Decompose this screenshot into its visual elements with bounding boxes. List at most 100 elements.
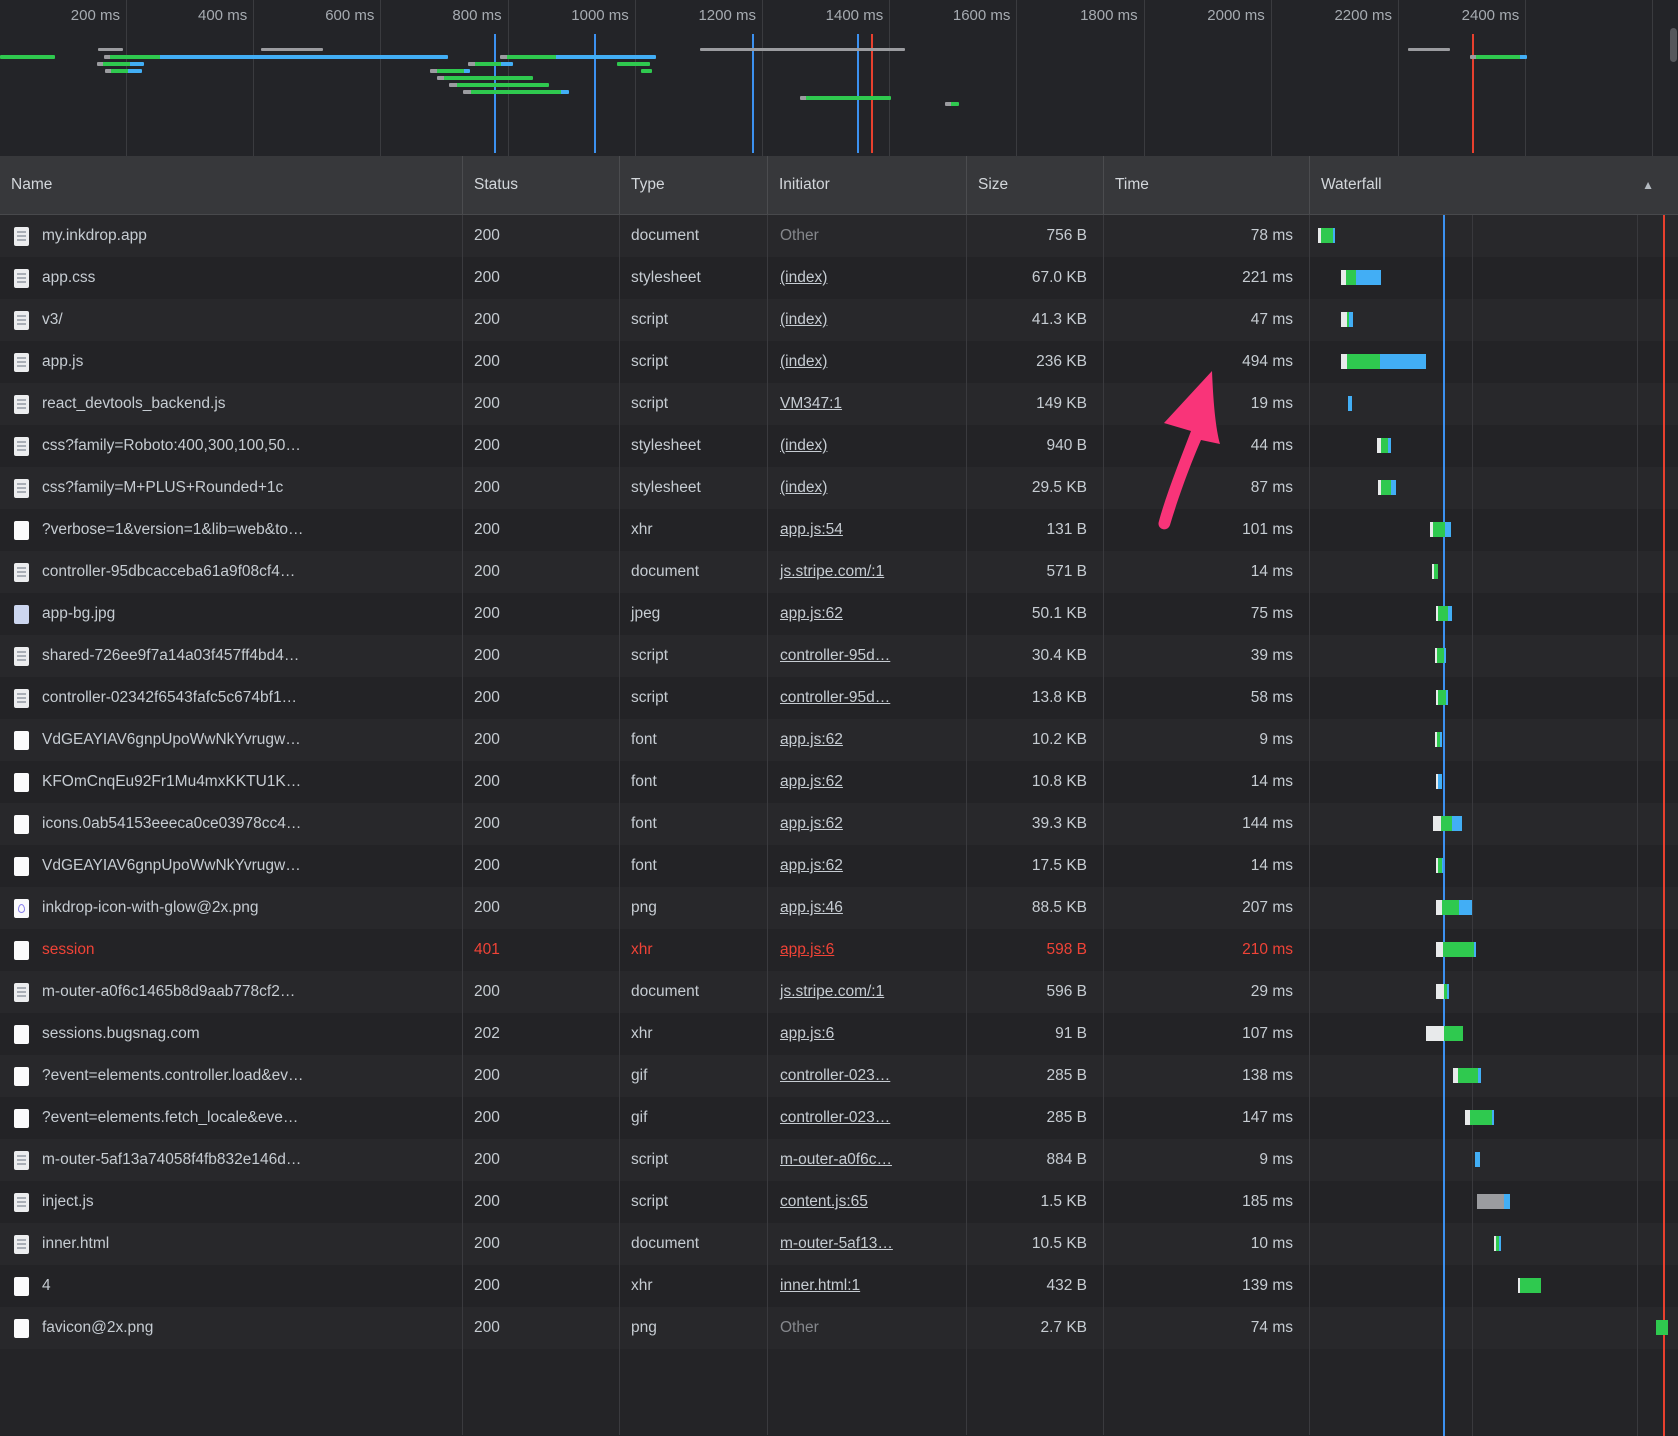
name-cell[interactable]: react_devtools_backend.js <box>0 383 463 425</box>
waterfall-bar[interactable] <box>1435 732 1442 747</box>
waterfall-bar[interactable] <box>1378 480 1396 495</box>
initiator-link[interactable]: controller-023… <box>780 1067 890 1085</box>
waterfall-bar[interactable] <box>1348 396 1352 411</box>
name-cell[interactable]: inject.js <box>0 1181 463 1223</box>
column-header-initiator[interactable]: Initiator <box>768 156 967 214</box>
initiator-link[interactable]: app.js:62 <box>780 731 843 749</box>
column-header-time[interactable]: Time <box>1104 156 1310 214</box>
initiator-link[interactable]: app.js:6 <box>780 1025 834 1043</box>
name-cell[interactable]: VdGEAYIAV6gnpUpoWwNkYvrugw… <box>0 719 463 761</box>
initiator-link[interactable]: (index) <box>780 437 827 455</box>
table-row[interactable]: inject.js200scriptcontent.js:651.5 KB185… <box>0 1181 1678 1223</box>
waterfall-bar[interactable] <box>1436 942 1476 957</box>
sort-direction-icon[interactable]: ▲ <box>1642 178 1654 192</box>
name-cell[interactable]: ?verbose=1&version=1&lib=web&to… <box>0 509 463 551</box>
table-row[interactable]: shared-726ee9f7a14a03f457ff4bd4…200scrip… <box>0 635 1678 677</box>
initiator-link[interactable]: (index) <box>780 311 827 329</box>
column-header-size[interactable]: Size <box>967 156 1104 214</box>
name-cell[interactable]: m-outer-5af13a74058f4fb832e146d… <box>0 1139 463 1181</box>
table-row[interactable]: favicon@2x.png200pngOther2.7 KB74 ms <box>0 1307 1678 1349</box>
initiator-link[interactable]: app.js:46 <box>780 899 843 917</box>
initiator-link[interactable]: app.js:6 <box>780 941 834 959</box>
name-cell[interactable]: session <box>0 929 463 971</box>
initiator-link[interactable]: js.stripe.com/:1 <box>780 983 884 1001</box>
table-row[interactable]: KFOmCnqEu92Fr1Mu4mxKKTU1K…200fontapp.js:… <box>0 761 1678 803</box>
waterfall-bar[interactable] <box>1436 774 1442 789</box>
name-cell[interactable]: css?family=M+PLUS+Rounded+1c <box>0 467 463 509</box>
initiator-link[interactable]: app.js:62 <box>780 605 843 623</box>
name-cell[interactable]: favicon@2x.png <box>0 1307 463 1349</box>
waterfall-bar[interactable] <box>1341 354 1426 369</box>
initiator-link[interactable]: app.js:62 <box>780 815 843 833</box>
name-cell[interactable]: controller-95dbcacceba61a9f08cf4… <box>0 551 463 593</box>
name-cell[interactable]: m-outer-a0f6c1465b8d9aab778cf2… <box>0 971 463 1013</box>
table-row[interactable]: ?event=elements.controller.load&ev…200gi… <box>0 1055 1678 1097</box>
name-cell[interactable]: controller-02342f6543fafc5c674bf1… <box>0 677 463 719</box>
waterfall-bar[interactable] <box>1341 270 1381 285</box>
waterfall-bar[interactable] <box>1465 1110 1494 1125</box>
table-row[interactable]: app-bg.jpg200jpegapp.js:6250.1 KB75 ms <box>0 593 1678 635</box>
waterfall-bar[interactable] <box>1436 606 1452 621</box>
table-row[interactable]: m-outer-5af13a74058f4fb832e146d…200scrip… <box>0 1139 1678 1181</box>
network-overview-timeline[interactable]: 200 ms400 ms600 ms800 ms1000 ms1200 ms14… <box>0 0 1678 158</box>
name-cell[interactable]: ?event=elements.fetch_locale&eve… <box>0 1097 463 1139</box>
table-row[interactable]: react_devtools_backend.js200scriptVM347:… <box>0 383 1678 425</box>
column-header-status[interactable]: Status <box>463 156 620 214</box>
name-cell[interactable]: 4 <box>0 1265 463 1307</box>
name-cell[interactable]: v3/ <box>0 299 463 341</box>
waterfall-bar[interactable] <box>1656 1320 1668 1335</box>
name-cell[interactable]: icons.0ab54153eeeca0ce03978cc4… <box>0 803 463 845</box>
column-header-waterfall[interactable]: Waterfall▲ <box>1310 156 1678 214</box>
name-cell[interactable]: ?event=elements.controller.load&ev… <box>0 1055 463 1097</box>
waterfall-bar[interactable] <box>1377 438 1391 453</box>
initiator-link[interactable]: controller-023… <box>780 1109 890 1127</box>
table-row[interactable]: sessions.bugsnag.com202xhrapp.js:691 B10… <box>0 1013 1678 1055</box>
initiator-link[interactable]: inner.html:1 <box>780 1277 860 1295</box>
name-cell[interactable]: shared-726ee9f7a14a03f457ff4bd4… <box>0 635 463 677</box>
name-cell[interactable]: sessions.bugsnag.com <box>0 1013 463 1055</box>
name-cell[interactable]: css?family=Roboto:400,300,100,50… <box>0 425 463 467</box>
name-cell[interactable]: KFOmCnqEu92Fr1Mu4mxKKTU1K… <box>0 761 463 803</box>
name-cell[interactable]: inner.html <box>0 1223 463 1265</box>
initiator-link[interactable]: m-outer-a0f6c… <box>780 1151 892 1169</box>
waterfall-bar[interactable] <box>1432 564 1438 579</box>
waterfall-bar[interactable] <box>1318 228 1335 243</box>
initiator-link[interactable]: content.js:65 <box>780 1193 868 1211</box>
table-row[interactable]: icons.0ab54153eeeca0ce03978cc4…200fontap… <box>0 803 1678 845</box>
initiator-link[interactable]: (index) <box>780 353 827 371</box>
table-row[interactable]: controller-02342f6543fafc5c674bf1…200scr… <box>0 677 1678 719</box>
initiator-link[interactable]: m-outer-5af13… <box>780 1235 893 1253</box>
initiator-link[interactable]: (index) <box>780 269 827 287</box>
waterfall-bar[interactable] <box>1436 858 1443 873</box>
table-row[interactable]: inner.html200documentm-outer-5af13…10.5 … <box>0 1223 1678 1265</box>
name-cell[interactable]: app.js <box>0 341 463 383</box>
waterfall-bar[interactable] <box>1430 522 1451 537</box>
waterfall-bar[interactable] <box>1477 1194 1510 1209</box>
table-row[interactable]: ?event=elements.fetch_locale&eve…200gifc… <box>0 1097 1678 1139</box>
table-row[interactable]: controller-95dbcacceba61a9f08cf4…200docu… <box>0 551 1678 593</box>
initiator-link[interactable]: controller-95d… <box>780 689 890 707</box>
table-row[interactable]: session401xhrapp.js:6598 B210 ms <box>0 929 1678 971</box>
waterfall-bar[interactable] <box>1426 1026 1463 1041</box>
initiator-link[interactable]: js.stripe.com/:1 <box>780 563 884 581</box>
initiator-link[interactable]: controller-95d… <box>780 647 890 665</box>
table-row[interactable]: VdGEAYIAV6gnpUpoWwNkYvrugw…200fontapp.js… <box>0 719 1678 761</box>
waterfall-bar[interactable] <box>1433 816 1462 831</box>
initiator-link[interactable]: VM347:1 <box>780 395 842 413</box>
waterfall-bar[interactable] <box>1494 1236 1501 1251</box>
table-row[interactable]: my.inkdrop.app200documentOther756 B78 ms <box>0 215 1678 257</box>
table-row[interactable]: css?family=M+PLUS+Rounded+1c200styleshee… <box>0 467 1678 509</box>
waterfall-bar[interactable] <box>1436 984 1449 999</box>
table-row[interactable]: m-outer-a0f6c1465b8d9aab778cf2…200docume… <box>0 971 1678 1013</box>
waterfall-bar[interactable] <box>1518 1278 1541 1293</box>
table-row[interactable]: app.js200script(index)236 KB494 ms <box>0 341 1678 383</box>
table-row[interactable]: app.css200stylesheet(index)67.0 KB221 ms <box>0 257 1678 299</box>
waterfall-bar[interactable] <box>1435 648 1446 663</box>
name-cell[interactable]: my.inkdrop.app <box>0 215 463 257</box>
initiator-link[interactable]: app.js:54 <box>780 521 843 539</box>
waterfall-bar[interactable] <box>1341 312 1353 327</box>
table-row[interactable]: VdGEAYIAV6gnpUpoWwNkYvrugw…200fontapp.js… <box>0 845 1678 887</box>
name-cell[interactable]: VdGEAYIAV6gnpUpoWwNkYvrugw… <box>0 845 463 887</box>
initiator-link[interactable]: (index) <box>780 479 827 497</box>
table-row[interactable]: 4200xhrinner.html:1432 B139 ms <box>0 1265 1678 1307</box>
